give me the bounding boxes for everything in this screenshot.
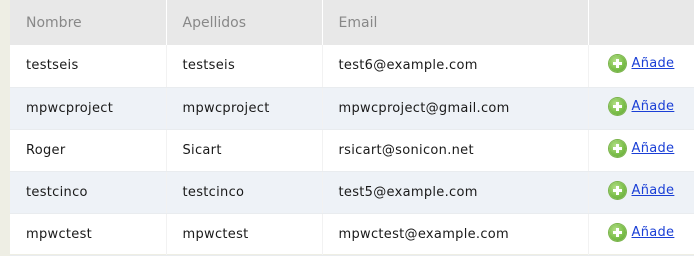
table-row: mpwcproject mpwcproject mpwcproject@gmai… [10, 87, 694, 130]
add-action[interactable]: Añade [608, 181, 675, 199]
table-row: testseis testseis test6@example.com Añad… [10, 45, 694, 88]
users-table-panel: Nombre Apellidos Email testseis testseis… [10, 0, 694, 256]
add-link[interactable]: Añade [632, 99, 675, 114]
plus-circle-icon[interactable] [608, 181, 626, 199]
cell-email: mpwctest@example.com [321, 213, 588, 256]
add-link[interactable]: Añade [632, 225, 675, 240]
cell-apellidos: Sicart [165, 129, 322, 172]
add-action[interactable]: Añade [608, 97, 675, 115]
table-row: Roger Sicart rsicart@sonicon.net Añade [10, 129, 694, 172]
plus-circle-icon[interactable] [608, 55, 626, 73]
add-link[interactable]: Añade [632, 183, 675, 198]
cell-apellidos: mpwcproject [165, 87, 322, 130]
cell-nombre: Roger [10, 129, 166, 172]
users-table: Nombre Apellidos Email testseis testseis… [10, 0, 694, 256]
cell-apellidos: testcinco [165, 171, 322, 214]
column-header-apellidos: Apellidos [165, 0, 322, 45]
cell-action: Añade [587, 87, 694, 130]
add-link[interactable]: Añade [632, 56, 675, 71]
cell-action: Añade [587, 213, 694, 256]
cell-action: Añade [587, 45, 694, 88]
add-action[interactable]: Añade [608, 223, 675, 241]
column-header-email: Email [321, 0, 588, 45]
cell-nombre: testcinco [10, 171, 166, 214]
column-header-action [587, 0, 694, 45]
table-header-row: Nombre Apellidos Email [10, 0, 694, 45]
cell-email: test5@example.com [321, 171, 588, 214]
cell-nombre: mpwctest [10, 213, 166, 256]
plus-circle-icon[interactable] [608, 139, 626, 157]
cell-apellidos: mpwctest [165, 213, 322, 256]
plus-circle-icon[interactable] [608, 223, 626, 241]
table-row: mpwctest mpwctest mpwctest@example.com A… [10, 213, 694, 256]
cell-nombre: mpwcproject [10, 87, 166, 130]
cell-apellidos: testseis [165, 45, 322, 88]
add-link[interactable]: Añade [632, 141, 675, 156]
cell-action: Añade [587, 129, 694, 172]
column-header-nombre: Nombre [10, 0, 166, 45]
cell-email: test6@example.com [321, 45, 588, 88]
cell-email: rsicart@sonicon.net [321, 129, 588, 172]
plus-circle-icon[interactable] [608, 97, 626, 115]
add-action[interactable]: Añade [608, 55, 675, 73]
table-row: testcinco testcinco test5@example.com Añ… [10, 171, 694, 214]
add-action[interactable]: Añade [608, 139, 675, 157]
cell-email: mpwcproject@gmail.com [321, 87, 588, 130]
cell-action: Añade [587, 171, 694, 214]
cell-nombre: testseis [10, 45, 166, 88]
